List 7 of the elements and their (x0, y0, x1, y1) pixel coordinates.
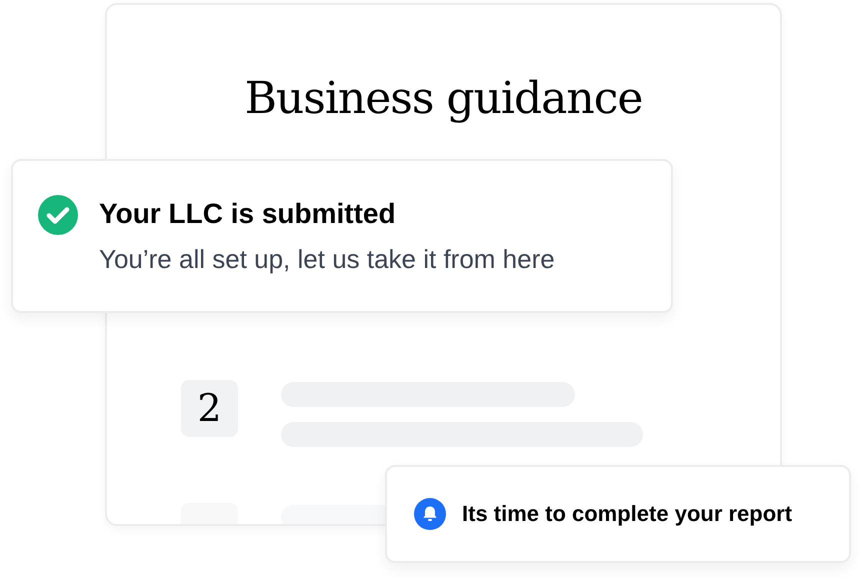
card-title: Business guidance (244, 72, 644, 126)
bell-icon (414, 498, 446, 530)
notification-title: Your LLC is submitted (99, 197, 397, 231)
step-number: 2 (181, 380, 238, 437)
check-icon (37, 194, 79, 236)
notification-message: You’re all set up, let us take it from here (99, 243, 555, 276)
notification-title: Its time to complete your report (462, 500, 792, 528)
